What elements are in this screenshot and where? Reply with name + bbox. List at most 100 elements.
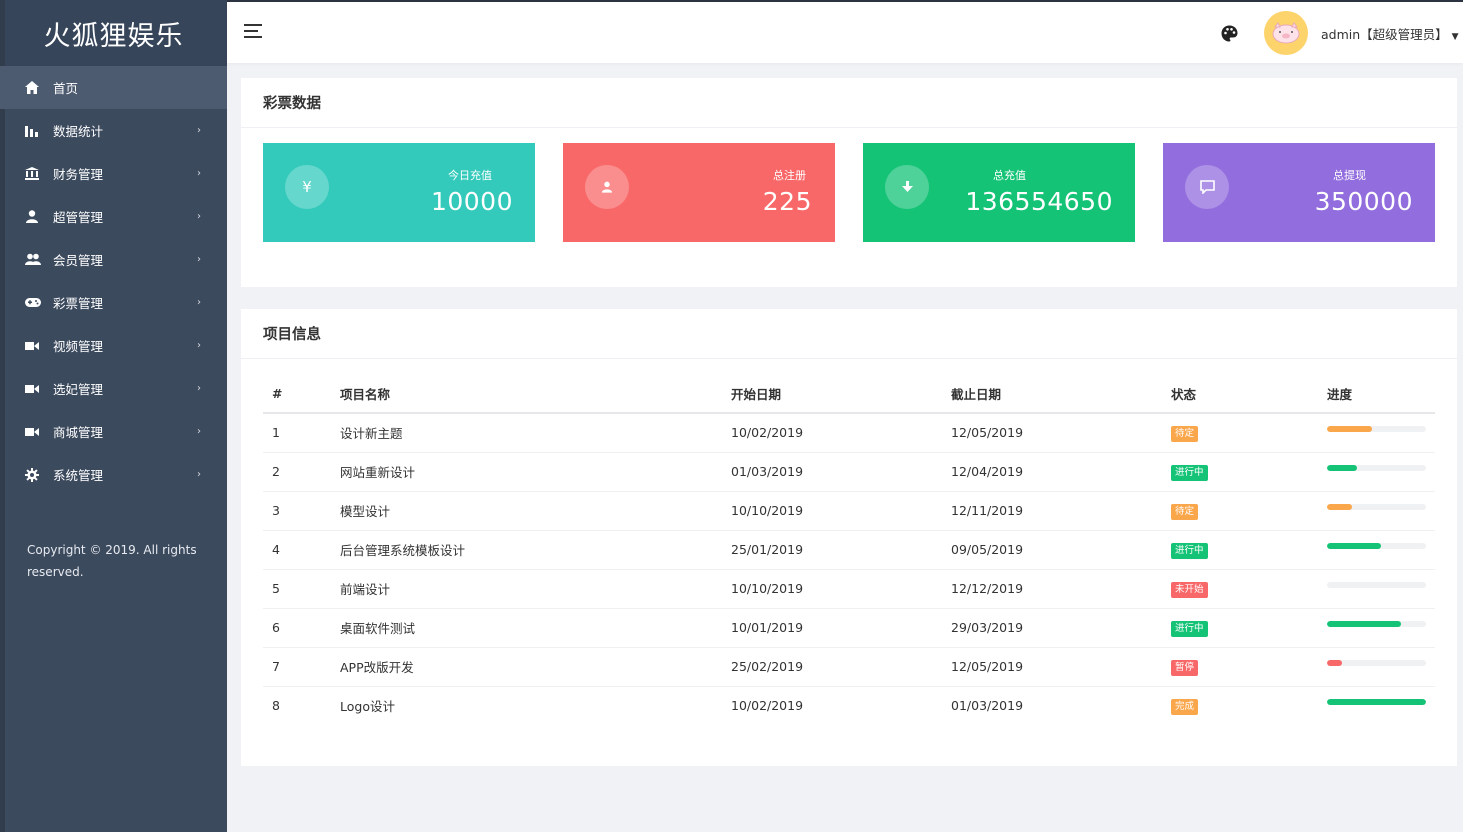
progress-cell — [1318, 647, 1435, 687]
status-cell: 完成 — [1162, 686, 1318, 725]
user-icon — [585, 165, 629, 209]
end-date: 12/12/2019 — [942, 569, 1162, 609]
end-date: 01/03/2019 — [951, 698, 1024, 714]
start-date: 10/10/2019 — [722, 569, 942, 609]
progress-bar-fill — [1327, 659, 1342, 666]
start-date: 01/03/2019 — [722, 452, 942, 492]
column-header: 进度 — [1318, 374, 1435, 414]
stat-card-total-recharge: 总充值 136554650 — [863, 143, 1135, 242]
sidebar-item-finance[interactable]: 财务管理 › — [0, 152, 227, 195]
start-date: 10/01/2019 — [722, 608, 942, 648]
avatar[interactable] — [1264, 11, 1308, 55]
chevron-right-icon: › — [197, 383, 201, 394]
bank-icon — [25, 167, 53, 180]
status-cell: 待定 — [1162, 491, 1318, 531]
progress-bar — [1327, 464, 1426, 471]
chevron-right-icon: › — [197, 297, 201, 308]
user-icon — [25, 210, 53, 223]
video-icon — [25, 427, 53, 437]
video-icon — [25, 341, 53, 351]
progress-cell — [1318, 491, 1435, 531]
end-date: 29/03/2019 — [942, 608, 1162, 648]
project-name: APP改版开发 — [331, 647, 722, 687]
progress-cell — [1318, 452, 1435, 492]
comment-icon — [1185, 165, 1229, 209]
stat-value: 225 — [762, 187, 812, 216]
progress-bar-fill — [1327, 464, 1357, 471]
progress-bar — [1327, 542, 1426, 549]
project-name: 设计新主题 — [331, 413, 722, 453]
row-index: 3 — [263, 491, 331, 531]
project-table: # 项目名称 开始日期 截止日期 状态 进度 1 设计新主题 10/02/2019 1… — [263, 374, 1435, 725]
brand-logo[interactable]: 火狐狸娱乐 — [0, 0, 227, 66]
end-date: 12/05/2019 — [942, 413, 1162, 453]
table-row: 6 桌面软件测试 10/01/2019 29/03/2019 进行中 — [263, 608, 1435, 648]
yen-icon: ¥ — [285, 165, 329, 209]
row-index: 1 — [263, 413, 331, 453]
start-date: 10/10/2019 — [722, 491, 942, 531]
start-date: 10/02/2019 — [731, 698, 804, 714]
status-badge: 完成 — [1171, 698, 1199, 715]
start-date: 10/02/2019 — [722, 413, 942, 453]
end-date: 09/05/2019 — [942, 530, 1162, 570]
column-header: 开始日期 — [722, 374, 942, 414]
sidebar-item-label: 首页 — [53, 81, 79, 96]
table-row: 4 后台管理系统模板设计 25/01/2019 09/05/2019 进行中 — [263, 530, 1435, 570]
project-name: 网站重新设计 — [331, 452, 722, 492]
row-index: 4 — [263, 530, 331, 570]
progress-bar — [1327, 425, 1426, 432]
sidebar-item-super-admin[interactable]: 超管管理 › — [0, 195, 227, 238]
project-name: Logo设计 — [340, 699, 395, 715]
stat-value: 136554650 — [965, 187, 1113, 216]
sidebar-item-members[interactable]: 会员管理 › — [0, 238, 227, 281]
stat-card-total-registered: 总注册 225 — [563, 143, 835, 242]
progress-bar-fill — [1327, 425, 1372, 432]
end-date: 12/04/2019 — [942, 452, 1162, 492]
stat-label: 今日充值 — [448, 169, 492, 182]
user-menu[interactable]: admin【超级管理员】 ▼ — [1321, 24, 1459, 43]
menu-toggle-icon[interactable] — [244, 24, 262, 38]
end-date: 12/05/2019 — [942, 647, 1162, 687]
sidebar-item-video[interactable]: 视频管理 › — [0, 324, 227, 367]
palette-icon[interactable] — [1221, 25, 1238, 42]
download-icon — [885, 165, 929, 209]
column-header: # — [263, 374, 331, 414]
stat-card-today-recharge: ¥ 今日充值 10000 — [263, 143, 535, 242]
status-badge: 进行中 — [1171, 542, 1208, 559]
sidebar: 火狐狸娱乐 首页 数据统计 › 财务管理 › 超管管理 › 会员管理 › 彩票管 — [0, 0, 227, 832]
status-badge: 待定 — [1171, 425, 1199, 442]
status-badge: 未开始 — [1171, 581, 1208, 598]
row-index: 6 — [263, 608, 331, 648]
sidebar-item-lottery[interactable]: 彩票管理 › — [0, 281, 227, 324]
project-name: 模型设计 — [331, 491, 722, 531]
status-cell: 进行中 — [1162, 608, 1318, 648]
table-row: 7 APP改版开发 25/02/2019 12/05/2019 暂停 — [263, 647, 1435, 687]
panel-title: 彩票数据 — [241, 78, 1457, 128]
status-badge: 进行中 — [1171, 620, 1208, 637]
progress-bar-fill — [1327, 698, 1426, 705]
status-cell: 待定 — [1162, 413, 1318, 453]
sidebar-item-home[interactable]: 首页 — [0, 66, 227, 109]
row-index: 2 — [263, 452, 331, 492]
stat-label: 总注册 — [773, 169, 806, 182]
stat-value: 10000 — [430, 187, 513, 216]
gear-icon — [25, 467, 53, 482]
status-cell: 进行中 — [1162, 530, 1318, 570]
start-date: 25/02/2019 — [722, 647, 942, 687]
sidebar-item-concubine[interactable]: 选妃管理 › — [0, 367, 227, 410]
chevron-right-icon: › — [197, 168, 201, 179]
column-header: 状态 — [1162, 374, 1318, 414]
home-icon — [25, 81, 53, 94]
row-index: 7 — [263, 647, 331, 687]
progress-bar — [1327, 620, 1426, 627]
sidebar-item-statistics[interactable]: 数据统计 › — [0, 109, 227, 152]
chevron-right-icon: › — [197, 254, 201, 265]
caret-down-icon: ▼ — [1451, 32, 1459, 42]
sidebar-item-system[interactable]: 系统管理 › — [0, 453, 227, 496]
sidebar-item-mall[interactable]: 商城管理 › — [0, 410, 227, 453]
row-index: 8 — [272, 698, 280, 714]
stat-label: 总充值 — [993, 169, 1026, 182]
progress-cell — [1318, 413, 1435, 453]
column-header: 项目名称 — [331, 374, 722, 414]
table-row: 5 前端设计 10/10/2019 12/12/2019 未开始 — [263, 569, 1435, 609]
